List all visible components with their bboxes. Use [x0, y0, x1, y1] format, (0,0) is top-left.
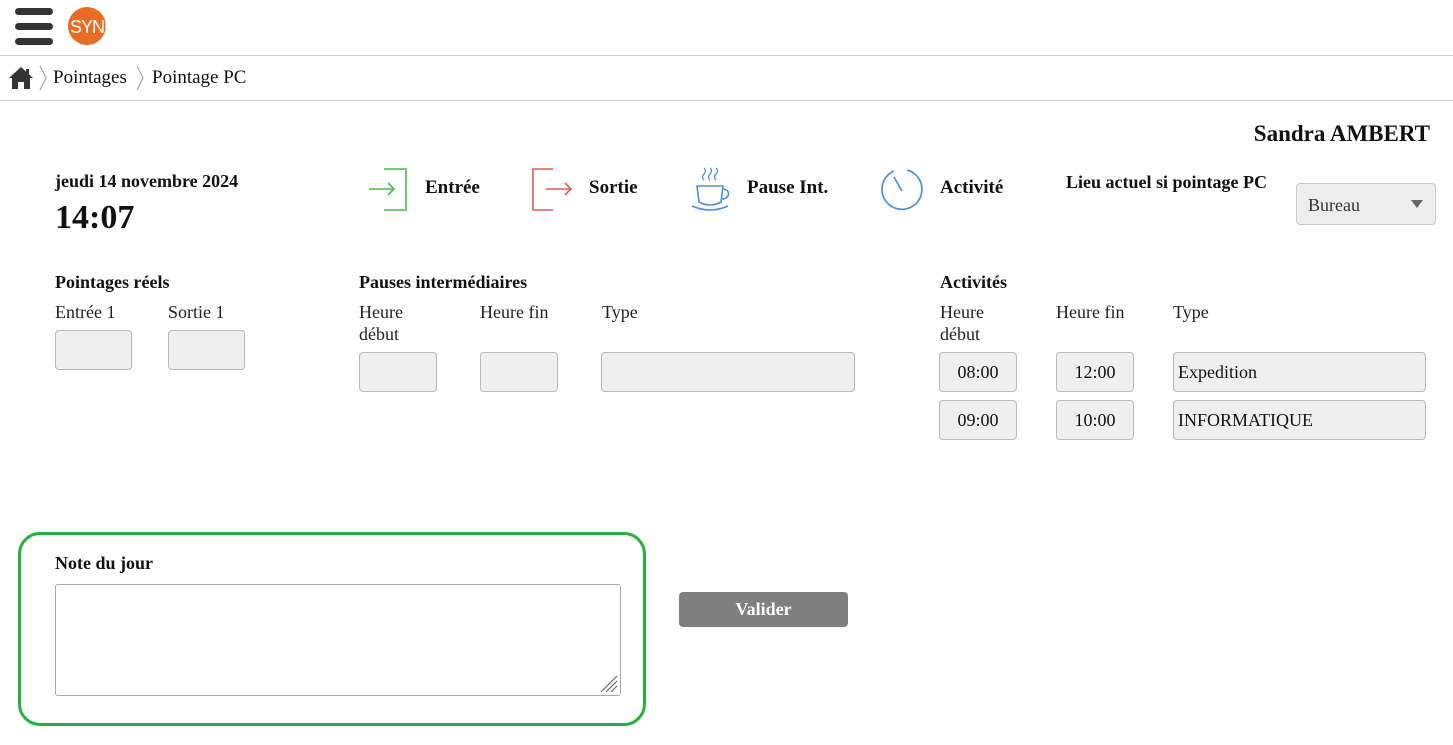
- coffee-cup-icon: [691, 167, 730, 211]
- col-sortie-1: Sortie 1: [168, 302, 225, 322]
- pause-col-debut: Heure début: [359, 302, 403, 344]
- col-entree-1: Entrée 1: [55, 302, 116, 322]
- pointages-title: Pointages réels: [55, 272, 170, 292]
- pause-fin-field[interactable]: [480, 352, 558, 392]
- breadcrumb-separator-icon: [136, 65, 144, 91]
- note-label: Note du jour: [55, 553, 153, 573]
- lieu-label: Lieu actuel si pointage PC: [1066, 172, 1267, 192]
- pauses-title: Pauses intermédiaires: [359, 272, 528, 292]
- entree-label: Entrée: [425, 177, 480, 198]
- activite-button[interactable]: Activité: [880, 164, 1010, 214]
- home-icon[interactable]: [8, 66, 34, 90]
- pause-col-fin: Heure fin: [480, 302, 549, 322]
- chevron-down-icon: [1411, 200, 1423, 208]
- synel-logo: SYNEL: [68, 7, 126, 45]
- sortie-1-field[interactable]: [168, 330, 245, 370]
- user-name: Sandra AMBERT: [1253, 121, 1430, 146]
- activite-col-fin: Heure fin: [1056, 302, 1125, 322]
- sortie-button[interactable]: Sortie: [531, 164, 646, 214]
- activite-row-1-fin-value: 12:00: [1074, 362, 1116, 382]
- current-time: 14:07: [55, 199, 135, 236]
- activite-row-2-type[interactable]: INFORMATIQUE: [1173, 400, 1426, 440]
- entree-1-field[interactable]: [55, 330, 132, 370]
- pause-label: Pause Int.: [747, 177, 829, 198]
- lieu-select[interactable]: Bureau: [1296, 183, 1436, 225]
- current-date: jeudi 14 novembre 2024: [55, 171, 239, 191]
- sign-out-icon: [532, 168, 573, 211]
- activite-label: Activité: [940, 177, 1004, 198]
- activite-row-1-type[interactable]: Expedition: [1173, 352, 1426, 392]
- activite-row-2-debut[interactable]: 09:00: [939, 400, 1017, 440]
- breadcrumb: Pointages Pointage PC: [0, 56, 1453, 101]
- sign-in-icon: [369, 168, 407, 211]
- activite-row-1-debut[interactable]: 08:00: [939, 352, 1017, 392]
- note-textarea[interactable]: [55, 584, 621, 696]
- menu-icon[interactable]: [15, 5, 55, 47]
- top-bar: SYNEL: [0, 0, 1453, 56]
- pause-col-type: Type: [602, 302, 638, 322]
- breadcrumb-separator-icon: [39, 65, 47, 91]
- timer-icon: [881, 169, 923, 211]
- activite-row-1-fin[interactable]: 12:00: [1056, 352, 1134, 392]
- sortie-label: Sortie: [589, 177, 638, 198]
- activite-row-2-fin[interactable]: 10:00: [1056, 400, 1134, 440]
- activite-row-1-type-value: Expedition: [1178, 362, 1257, 382]
- activite-row-1-debut-value: 08:00: [957, 362, 999, 382]
- valider-button[interactable]: Valider: [679, 592, 848, 627]
- activite-col-debut: Heure début: [940, 302, 984, 344]
- pause-button[interactable]: Pause Int.: [691, 164, 836, 214]
- activite-row-2-type-value: INFORMATIQUE: [1178, 410, 1313, 430]
- breadcrumb-pointages[interactable]: Pointages: [53, 67, 127, 89]
- pause-type-field[interactable]: [601, 352, 855, 392]
- activites-title: Activités: [940, 272, 1007, 292]
- activite-row-2-fin-value: 10:00: [1074, 410, 1116, 430]
- activite-col-type: Type: [1173, 302, 1209, 322]
- pause-debut-field[interactable]: [359, 352, 437, 392]
- breadcrumb-pointage-pc[interactable]: Pointage PC: [152, 67, 246, 89]
- activite-row-2-debut-value: 09:00: [957, 410, 999, 430]
- lieu-selected-value: Bureau: [1308, 195, 1360, 215]
- entree-button[interactable]: Entrée: [368, 164, 488, 214]
